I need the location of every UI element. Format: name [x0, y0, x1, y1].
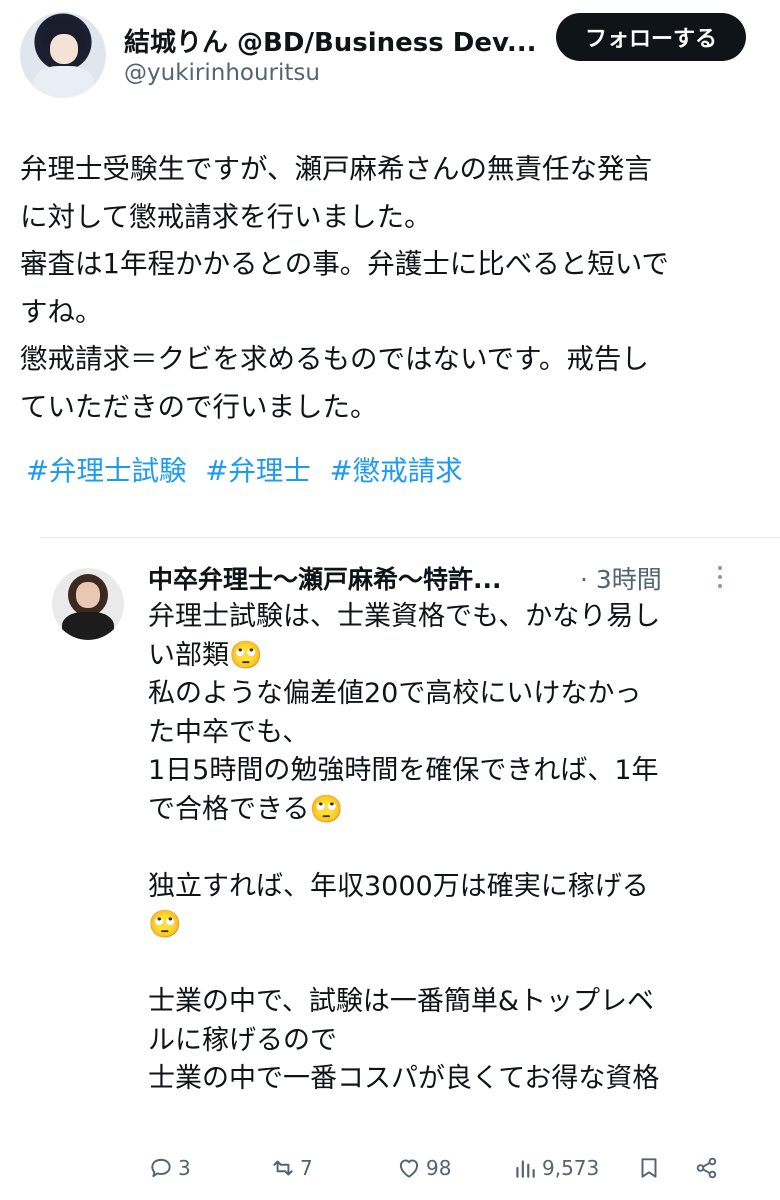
author-handle[interactable]: @yukirinhouritsu [124, 60, 320, 86]
repost-button[interactable]: 7 [270, 1148, 313, 1188]
hashtag-link[interactable]: #弁理士試験 [26, 455, 187, 487]
avatar-face [50, 34, 78, 64]
action-bar: 3 7 98 9,573 [148, 1148, 758, 1188]
tweet-line: に対して懲戒請求を行いました。 [20, 200, 432, 233]
quoted-line: 1日5時間の勉強時間を確保できれば、1年 [148, 755, 659, 786]
share-button[interactable] [694, 1148, 720, 1188]
quoted-timestamp[interactable]: · 3時間 [580, 560, 662, 596]
tweet-line: 弁理士受験生ですが、瀬戸麻希さんの無責任な発言 [20, 153, 652, 185]
hashtag-list: #弁理士試験 #弁理士 #懲戒請求 [26, 448, 473, 488]
quoted-line: ルに稼げるので [148, 1024, 337, 1056]
hashtag-link[interactable]: #弁理士 [205, 455, 311, 487]
like-count: 98 [426, 1156, 452, 1180]
author-avatar[interactable] [20, 12, 106, 98]
quoted-line: 士業の中で一番コスパが良くてお得な資格 [148, 1063, 660, 1094]
tweet-line: ていただきので行いました。 [20, 390, 378, 423]
repost-icon [273, 1160, 293, 1176]
quoted-line [148, 945, 748, 984]
quoted-line: 🙄 [148, 909, 182, 940]
tweet-text: 弁理士受験生ですが、瀬戸麻希さんの無責任な発言 に対して懲戒請求を行いました。 … [20, 146, 760, 431]
quoted-line: い部類🙄 [148, 639, 263, 671]
share-icon [696, 1157, 717, 1179]
quoted-line: 私のような偏差値20で高校にいけなかっ [148, 678, 642, 709]
views-icon [516, 1160, 535, 1178]
avatar-body [34, 66, 94, 98]
tweet-line: すね。 [20, 295, 103, 328]
hashtag-link[interactable]: #懲戒請求 [330, 455, 463, 487]
reply-button[interactable]: 3 [148, 1148, 191, 1188]
quoted-line: た中卒でも、 [148, 716, 310, 748]
follow-button[interactable]: フォローする [556, 13, 746, 61]
heart-icon [399, 1159, 419, 1178]
reply-count: 3 [178, 1156, 191, 1180]
quoted-line: で合格できる🙄 [148, 793, 344, 825]
tweet-line: 懲戒請求＝クビを求めるものではないです。戒告し [20, 343, 649, 375]
quoted-author-avatar[interactable] [52, 568, 124, 640]
avatar-body [62, 612, 114, 640]
quoted-line: 弁理士試験は、士業資格でも、かなり易し [148, 601, 661, 632]
divider [40, 537, 780, 538]
quoted-line: 士業の中で、試験は一番簡単&トップレベ [148, 986, 654, 1017]
more-options-icon[interactable] [708, 562, 732, 592]
quoted-line: 独立すれば、年収3000万は確実に稼げる [148, 870, 649, 902]
quoted-author-name[interactable]: 中卒弁理士〜瀬戸麻希〜特許... [148, 560, 573, 596]
like-button[interactable]: 98 [396, 1148, 451, 1188]
bookmark-icon [641, 1158, 657, 1178]
reply-icon [151, 1158, 171, 1178]
views-button[interactable]: 9,573 [512, 1148, 599, 1188]
bookmark-button[interactable] [636, 1148, 662, 1188]
quoted-line [148, 829, 748, 868]
quoted-text: 弁理士試験は、士業資格でも、かなり易し い部類🙄 私のような偏差値20で高校にい… [148, 598, 748, 1099]
views-count: 9,573 [542, 1156, 600, 1180]
tweet-line: 審査は1年程かかるとの事。弁護士に比べると短いで [20, 248, 669, 280]
repost-count: 7 [300, 1156, 313, 1180]
avatar-face [76, 582, 100, 608]
author-display-name[interactable]: 結城りん @BD/Business Dev... [124, 22, 536, 59]
